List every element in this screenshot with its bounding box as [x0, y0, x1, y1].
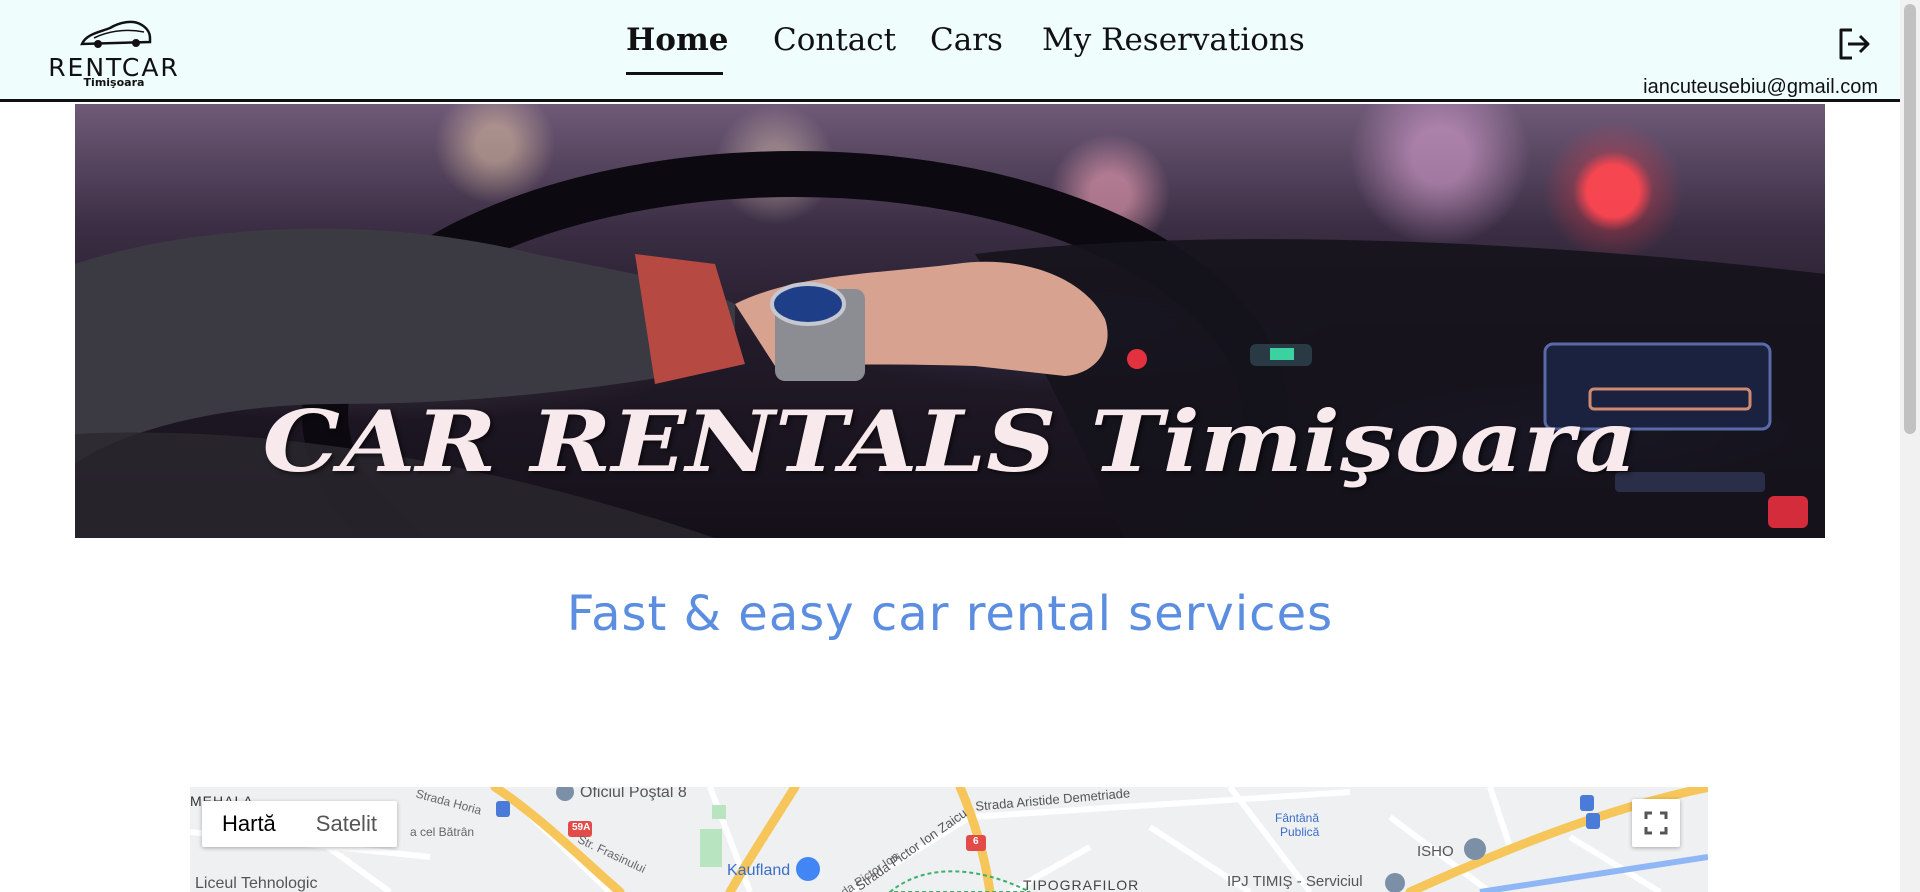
location-map[interactable]: MEHALA Oficiul Poştal 8 Strada Horia a c… [190, 787, 1708, 892]
map-label-publica: Publică [1280, 825, 1320, 839]
nav-link-contact[interactable]: Contact [773, 22, 896, 58]
nav-link-home[interactable]: Home [626, 22, 729, 58]
map-label-fantana: Fântână [1275, 811, 1320, 825]
map-label-liceu: Liceul Tehnologic [195, 875, 318, 892]
route-6-shield: 6 [973, 836, 979, 847]
scrollbar-thumb[interactable] [1904, 4, 1916, 434]
hero-title: CAR RENTALS Timişoara [262, 392, 1638, 491]
tagline: Fast & easy car rental services [566, 586, 1334, 642]
active-nav-underline [626, 72, 723, 75]
nav-link-my-reservations[interactable]: My Reservations [1042, 22, 1305, 58]
logout-button[interactable] [1836, 26, 1872, 62]
main-navigation: Home Contact Cars My Reservations [0, 0, 1900, 100]
map-label-batran: a cel Bătrân [410, 825, 475, 839]
map-label-posta: Oficiul Poştal 8 [580, 787, 687, 801]
nav-link-cars[interactable]: Cars [930, 22, 1003, 58]
map-fullscreen-button[interactable] [1632, 799, 1680, 847]
map-type-satelit-button[interactable]: Satelit [296, 801, 397, 847]
map-label-tipografilor: TIPOGRAFILOR [1023, 877, 1140, 892]
route-59a-shield: 59A [572, 822, 591, 833]
hero-banner: CAR RENTALS Timişoara [75, 104, 1825, 538]
top-navbar: RENTCAR Timişoara Home Contact Cars My R… [0, 0, 1900, 102]
map-type-harta-button[interactable]: Hartă [202, 801, 296, 847]
fullscreen-icon [1644, 811, 1668, 835]
user-email: iancuteusebiu@gmail.com [1643, 76, 1878, 98]
map-tiles [190, 787, 1708, 892]
logout-icon [1839, 28, 1870, 60]
map-label-ipj: IPJ TIMIŞ - Serviciul [1227, 873, 1363, 890]
page-scrollbar[interactable] [1900, 0, 1920, 892]
map-label-kaufland: Kaufland [727, 862, 791, 879]
map-type-control: Hartă Satelit [202, 801, 397, 847]
map-label-isho: ISHO [1417, 843, 1454, 860]
